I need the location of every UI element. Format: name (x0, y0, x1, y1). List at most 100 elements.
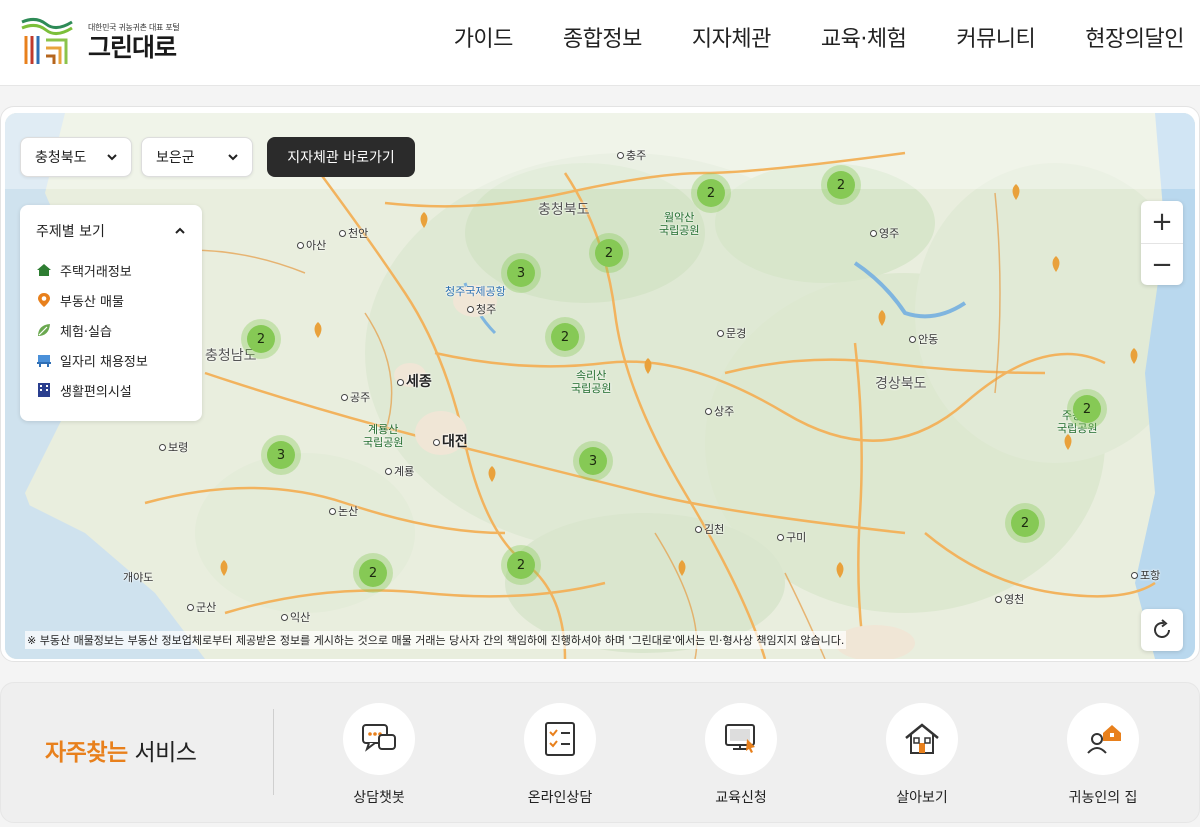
frequent-services: 자주찾는 서비스 상담챗봇 온라인상담 교육신청 살아보기 귀농인의 집 (0, 682, 1200, 823)
building-icon (38, 383, 50, 397)
zoom-control: + − (1141, 201, 1183, 285)
place-asan: 아산 (297, 237, 326, 253)
place-woraksan-park: 월악산 국립공원 (659, 211, 700, 237)
place-gunsan: 군산 (187, 599, 216, 615)
experience-leaf-icon[interactable] (641, 357, 655, 375)
place-gyeryong: 계룡 (385, 463, 414, 479)
place-sejong: 세종 (397, 371, 432, 391)
map-cluster[interactable]: 3 (573, 441, 613, 481)
chevron-down-icon (228, 154, 238, 161)
legend-item-experience[interactable]: 체험·실습 (36, 315, 186, 345)
place-pohang: 포항 (1131, 567, 1160, 583)
place-gongju: 공주 (341, 389, 370, 405)
location-pin-icon (38, 293, 50, 307)
place-mungyeong: 문경 (717, 325, 746, 341)
house-icon (37, 264, 51, 276)
header: 대한민국 귀농귀촌 대표 포털 그린대로 가이드 종합정보 지자체관 교육·체험… (0, 0, 1200, 86)
service-try-living[interactable]: 살아보기 (862, 703, 982, 807)
place-iksan: 익산 (281, 609, 310, 625)
site-logo[interactable]: 대한민국 귀농귀촌 대표 포털 그린대로 (16, 12, 196, 72)
experience-leaf-icon[interactable] (675, 559, 689, 577)
legend-item-facilities[interactable]: 생활편의시설 (36, 375, 186, 405)
place-gyeryongsan-park: 계룡산 국립공원 (363, 423, 404, 449)
person-house-icon (1087, 725, 1121, 754)
legend-item-real-estate[interactable]: 부동산 매물 (36, 285, 186, 315)
monitor-click-icon (725, 724, 755, 753)
service-education-apply[interactable]: 교육신청 (681, 703, 801, 807)
experience-leaf-icon[interactable] (875, 309, 889, 327)
experience-leaf-icon[interactable] (485, 465, 499, 483)
experience-leaf-icon[interactable] (1049, 255, 1063, 273)
nav-guide[interactable]: 가이드 (454, 22, 514, 58)
house-icon (905, 723, 939, 754)
place-cheonan: 천안 (339, 225, 368, 241)
nav-community[interactable]: 커뮤니티 (956, 22, 1035, 58)
map-cluster[interactable]: 3 (261, 435, 301, 475)
place-cheongju-airport: 청주국제공항 (445, 285, 506, 298)
experience-leaf-icon[interactable] (1009, 183, 1023, 201)
experience-leaf-icon[interactable] (1127, 347, 1141, 365)
region-gyeongbuk: 경상북도 (875, 376, 927, 392)
refresh-button[interactable] (1141, 609, 1183, 651)
real-estate-disclaimer: ※ 부동산 매물정보는 부동산 정보업체로부터 제공받은 정보를 게시하는 것으… (25, 631, 847, 649)
map-cluster[interactable]: 3 (501, 253, 541, 293)
experience-leaf-icon[interactable] (217, 559, 231, 577)
map-cluster[interactable]: 2 (501, 545, 541, 585)
bench-icon (37, 355, 51, 367)
place-gumi: 구미 (777, 529, 806, 545)
place-songnisan-park: 속리산 국립공원 (571, 369, 612, 395)
map-cluster[interactable]: 2 (691, 173, 731, 213)
legend-header[interactable]: 주제별 보기 (36, 221, 186, 241)
services-title: 자주찾는 서비스 (45, 740, 197, 766)
place-andong: 안동 (909, 331, 938, 347)
place-yeongcheon: 영천 (995, 591, 1024, 607)
zoom-out-button[interactable]: − (1141, 243, 1183, 285)
place-cheongju: 청주 (467, 301, 496, 317)
nav-education[interactable]: 교육·체험 (821, 22, 907, 58)
map-cluster[interactable]: 2 (353, 553, 393, 593)
region-chungbuk: 충청북도 (538, 202, 590, 218)
logo-title: 그린대로 (88, 32, 177, 62)
chevron-up-icon (175, 227, 185, 234)
chevron-down-icon (107, 154, 117, 161)
map-cluster[interactable]: 2 (589, 233, 629, 273)
service-online-consultation[interactable]: 온라인상담 (500, 703, 620, 807)
province-select[interactable]: 충청북도 (20, 137, 132, 177)
legend-title: 주제별 보기 (36, 224, 105, 240)
place-sangju: 상주 (705, 403, 734, 419)
main-nav: 가이드 종합정보 지자체관 교육·체험 커뮤니티 현장의달인 (404, 22, 1185, 58)
experience-leaf-icon[interactable] (311, 321, 325, 339)
map-cluster[interactable]: 2 (545, 317, 585, 357)
county-select[interactable]: 보은군 (141, 137, 253, 177)
legend-item-jobs[interactable]: 일자리 채용정보 (36, 345, 186, 375)
place-yeongju: 영주 (870, 225, 899, 241)
service-chatbot[interactable]: 상담챗봇 (319, 703, 439, 807)
place-boryeong: 보령 (159, 439, 188, 455)
services-divider (273, 709, 274, 795)
service-returnee-house[interactable]: 귀농인의 집 (1043, 703, 1163, 807)
experience-leaf-icon[interactable] (1061, 433, 1075, 451)
legend-item-housing[interactable]: 주택거래정보 (36, 255, 186, 285)
map-panel: 충주 천안 아산 충청북도 영주 청주국제공항 청주 문경 안동 충청남도 세종… (0, 106, 1200, 662)
chat-bubble-icon (362, 724, 396, 752)
leaf-icon (38, 324, 50, 336)
place-nonsan: 논산 (329, 503, 358, 519)
logo-subtitle: 대한민국 귀농귀촌 대표 포털 (88, 22, 180, 32)
map-canvas[interactable]: 충주 천안 아산 충청북도 영주 청주국제공항 청주 문경 안동 충청남도 세종… (5, 113, 1195, 659)
nav-field-masters[interactable]: 현장의달인 (1085, 22, 1184, 58)
checklist-icon (545, 722, 575, 756)
refresh-icon (1154, 619, 1170, 638)
map-cluster[interactable]: 2 (1005, 503, 1045, 543)
goto-local-government-button[interactable]: 지자체관 바로가기 (267, 137, 415, 177)
nav-local-government[interactable]: 지자체관 (692, 22, 771, 58)
nav-general-info[interactable]: 종합정보 (563, 22, 642, 58)
zoom-in-button[interactable]: + (1141, 201, 1183, 243)
map-cluster[interactable]: 2 (821, 165, 861, 205)
map-cluster[interactable]: 2 (241, 319, 281, 359)
logo-mark-icon (21, 17, 73, 64)
map-cluster[interactable]: 2 (1067, 389, 1107, 429)
experience-leaf-icon[interactable] (417, 211, 431, 229)
experience-leaf-icon[interactable] (833, 561, 847, 579)
place-gaeyado: 개야도 (123, 571, 154, 584)
place-daejeon: 대전 (433, 431, 468, 451)
